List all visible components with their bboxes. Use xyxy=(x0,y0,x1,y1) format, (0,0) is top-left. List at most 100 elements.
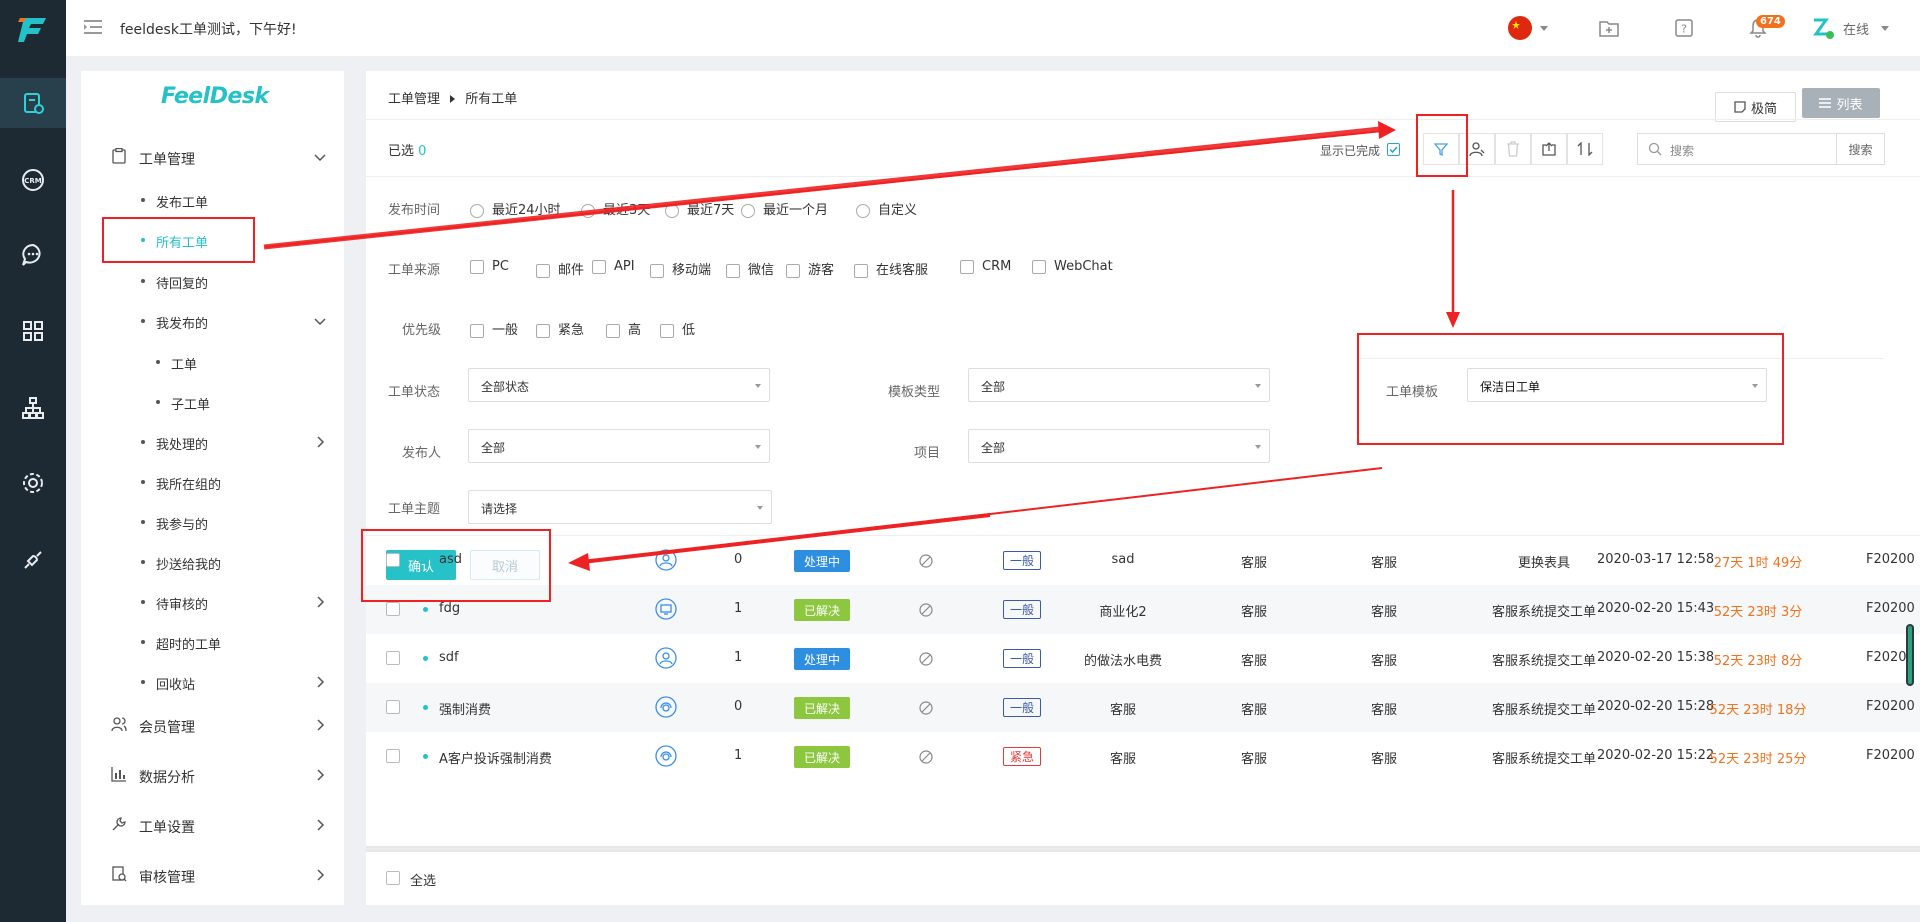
view-list-button[interactable]: 列表 xyxy=(1802,88,1880,118)
checkbox[interactable] xyxy=(606,323,620,338)
checkbox-option[interactable]: 邮件 xyxy=(536,259,584,278)
checkbox-option[interactable]: 低 xyxy=(660,319,695,338)
sidebar-item[interactable]: 会员管理 xyxy=(81,708,344,742)
subject-select[interactable]: 请选择 xyxy=(468,490,772,524)
project-select[interactable]: 全部 xyxy=(968,429,1270,463)
checkbox[interactable] xyxy=(960,259,974,274)
sidebar-item[interactable]: 我参与的 xyxy=(81,505,344,539)
show-done-checkbox[interactable] xyxy=(1387,143,1400,156)
row-checkbox[interactable] xyxy=(386,749,400,763)
checkbox[interactable] xyxy=(470,323,484,338)
sidebar-item[interactable]: 工单管理 xyxy=(81,140,344,174)
language-flag-icon[interactable] xyxy=(1508,16,1532,40)
sidebar-item[interactable]: 回收站 xyxy=(81,665,344,699)
checkbox-option[interactable]: WebChat xyxy=(1032,259,1113,274)
sidebar-item[interactable]: 发布工单 xyxy=(81,183,344,217)
publisher-select[interactable]: 全部 xyxy=(468,429,770,463)
table-row[interactable]: sdf 1 处理中 一般 的做法水电费 客服 客服 客服系统提交工单 2020-02-20 15… xyxy=(366,634,1920,683)
checkbox-option[interactable]: 移动端 xyxy=(650,259,711,278)
export-button[interactable] xyxy=(1531,133,1567,165)
sidebar-item[interactable]: 数据分析 xyxy=(81,758,344,792)
checkbox[interactable] xyxy=(786,263,800,278)
row-checkbox[interactable] xyxy=(386,700,400,714)
sidebar-item[interactable]: 待回复的 xyxy=(81,264,344,298)
sidebar-item[interactable]: 工单 xyxy=(81,345,344,379)
sidebar-item[interactable]: 抄送给我的 xyxy=(81,545,344,579)
table-row[interactable]: 强制消费 0 已解决 一般 客服 客服 客服 客服系统提交工单 2020-02-20 15:28… xyxy=(366,683,1920,732)
checkbox[interactable] xyxy=(592,259,606,274)
checkbox-option[interactable]: 在线客服 xyxy=(854,259,928,278)
sidebar-item[interactable]: 子工单 xyxy=(81,385,344,419)
ticket-id[interactable]: F20200 xyxy=(1866,552,1915,567)
checkbox[interactable] xyxy=(1032,259,1046,274)
row-checkbox[interactable] xyxy=(386,602,400,616)
nav-crm-icon[interactable]: CRM xyxy=(0,155,66,205)
vertical-scrollbar[interactable] xyxy=(1906,624,1914,686)
user-avatar-icon[interactable] xyxy=(1811,16,1835,40)
checkbox[interactable] xyxy=(536,263,550,278)
ticket-title[interactable]: sdf xyxy=(439,650,459,665)
view-simple-button[interactable]: 极简 xyxy=(1715,92,1796,122)
help-icon[interactable]: ? xyxy=(1672,16,1696,40)
row-checkbox[interactable] xyxy=(386,651,400,665)
checkbox[interactable] xyxy=(854,263,868,278)
sidebar-item[interactable]: 我所在组的 xyxy=(81,465,344,499)
template-type-select[interactable]: 全部 xyxy=(968,368,1270,402)
search-box[interactable]: 搜索 搜索 xyxy=(1637,133,1885,165)
checkbox[interactable] xyxy=(536,323,550,338)
app-logo-icon[interactable] xyxy=(16,12,50,46)
radio-button[interactable] xyxy=(856,203,870,218)
ticket-title[interactable]: fdg xyxy=(439,601,460,616)
status-select[interactable]: 全部状态 xyxy=(468,368,770,402)
status-dropdown-chevron-icon[interactable] xyxy=(1881,26,1889,31)
sidebar-item[interactable]: 我处理的 xyxy=(81,425,344,459)
search-input[interactable]: 搜索 xyxy=(1670,142,1694,159)
sidebar-item[interactable]: 我发布的 xyxy=(81,304,344,338)
table-row[interactable]: fdg 1 已解决 一般 商业化2 客服 客服 客服系统提交工单 2020-02-20 15:4… xyxy=(366,585,1920,634)
search-button[interactable]: 搜索 xyxy=(1836,134,1884,164)
ticket-id[interactable]: F20200 xyxy=(1866,601,1915,616)
radio-button[interactable] xyxy=(470,203,484,218)
breadcrumb-root[interactable]: 工单管理 xyxy=(388,92,440,107)
radio-option[interactable]: 最近一个月 xyxy=(741,199,828,218)
language-dropdown-chevron-icon[interactable] xyxy=(1540,26,1548,31)
nav-plugin-icon[interactable] xyxy=(0,535,66,585)
table-row[interactable]: asd 0 处理中 一般 sad 客服 客服 更换表具 2020-03-17 12:58 27天 … xyxy=(366,536,1920,585)
sort-button[interactable] xyxy=(1567,133,1603,165)
sidebar-item[interactable]: 审核管理 xyxy=(81,858,344,892)
table-row[interactable]: A客户投诉强制消费 1 已解决 紧急 客服 客服 客服 客服系统提交工单 2020-02-20 … xyxy=(366,732,1920,781)
radio-option[interactable]: 最近7天 xyxy=(665,199,734,218)
radio-option[interactable]: 最近3天 xyxy=(581,199,650,218)
sidebar-item[interactable]: 超时的工单 xyxy=(81,625,344,659)
radio-button[interactable] xyxy=(581,203,595,218)
checkbox-option[interactable]: 紧急 xyxy=(536,319,584,338)
checkbox[interactable] xyxy=(726,263,740,278)
checkbox-option[interactable]: 微信 xyxy=(726,259,774,278)
sidebar-item[interactable]: 工单设置 xyxy=(81,808,344,842)
ticket-id[interactable]: F20200 xyxy=(1866,748,1915,763)
radio-button[interactable] xyxy=(665,203,679,218)
sidebar-item[interactable]: 待审核的 xyxy=(81,585,344,619)
checkbox-option[interactable]: CRM xyxy=(960,259,1011,274)
radio-option[interactable]: 最近24小时 xyxy=(470,199,561,218)
radio-button[interactable] xyxy=(741,203,755,218)
ticket-title[interactable]: A客户投诉强制消费 xyxy=(439,748,552,767)
nav-org-icon[interactable] xyxy=(0,383,66,433)
nav-apps-icon[interactable] xyxy=(0,306,66,356)
online-status[interactable]: 在线 xyxy=(1843,19,1869,38)
radio-option[interactable]: 自定义 xyxy=(856,199,917,218)
select-all-checkbox[interactable] xyxy=(386,871,400,885)
checkbox-option[interactable]: PC xyxy=(470,259,509,274)
checkbox-option[interactable]: 高 xyxy=(606,319,641,338)
nav-chat-icon[interactable] xyxy=(0,230,66,280)
checkbox[interactable] xyxy=(660,323,674,338)
checkbox[interactable] xyxy=(470,259,484,274)
checkbox-option[interactable]: API xyxy=(592,259,635,274)
nav-ticket-icon[interactable] xyxy=(0,78,66,128)
new-folder-icon[interactable] xyxy=(1597,16,1621,40)
ticket-id[interactable]: F20200 xyxy=(1866,699,1915,714)
checkbox-option[interactable]: 一般 xyxy=(470,319,518,338)
menu-toggle-icon[interactable] xyxy=(84,19,102,35)
delete-button[interactable] xyxy=(1495,133,1531,165)
checkbox[interactable] xyxy=(650,263,664,278)
